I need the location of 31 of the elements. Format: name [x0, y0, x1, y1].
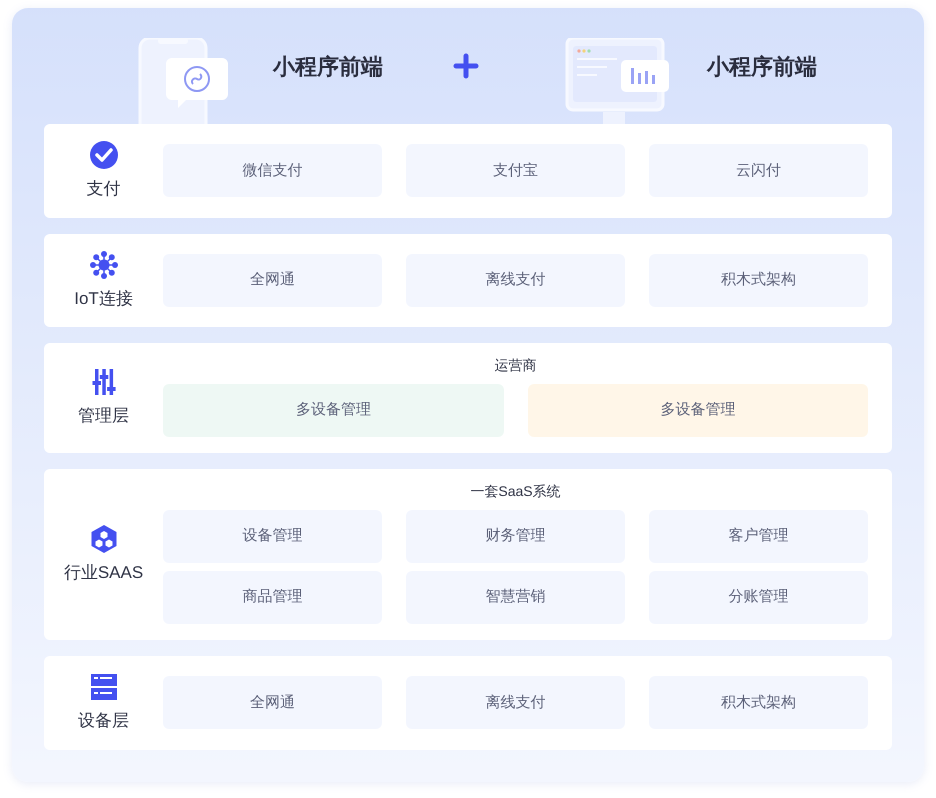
server-icon: [88, 672, 118, 702]
layer-label: 设备层: [78, 710, 129, 732]
feature-tile: 商品管理: [163, 571, 382, 624]
feature-tile: 积木式架构: [649, 254, 868, 307]
feature-tile: 离线支付: [406, 254, 625, 307]
layer-label: IoT连接: [74, 288, 133, 310]
feature-tile: 微信支付: [163, 144, 382, 198]
feature-tile: 云闪付: [649, 144, 868, 198]
feature-tile: 全网通: [163, 676, 382, 730]
feature-tile: 财务管理: [406, 510, 625, 563]
feature-tile: 智慧营销: [406, 571, 625, 624]
plus-icon: [453, 53, 479, 79]
group-title: 一套SaaS系统: [469, 482, 562, 501]
layer-label: 管理层: [78, 405, 129, 428]
feature-tile: 离线支付: [406, 676, 625, 730]
feature-tile: 积木式架构: [649, 676, 868, 730]
layer-label: 行业SAAS: [64, 562, 144, 584]
feature-tile: 分账管理: [649, 571, 868, 624]
feature-tile: 客户管理: [649, 510, 868, 563]
network-node-icon: [88, 250, 118, 280]
feature-tile: 多设备管理: [528, 384, 868, 437]
group-title: 运营商: [494, 356, 538, 375]
layer-label: 支付: [86, 178, 120, 200]
feature-tile: 支付宝: [406, 144, 625, 198]
hexagon-icon: [88, 524, 118, 554]
check-circle-icon: [88, 140, 118, 170]
feature-tile: 设备管理: [163, 510, 382, 563]
frontend-title: 小程序前端: [707, 52, 817, 80]
frontend-title: 小程序前端: [273, 52, 383, 80]
feature-tile: 多设备管理: [163, 384, 504, 437]
feature-tile: 全网通: [163, 254, 382, 307]
